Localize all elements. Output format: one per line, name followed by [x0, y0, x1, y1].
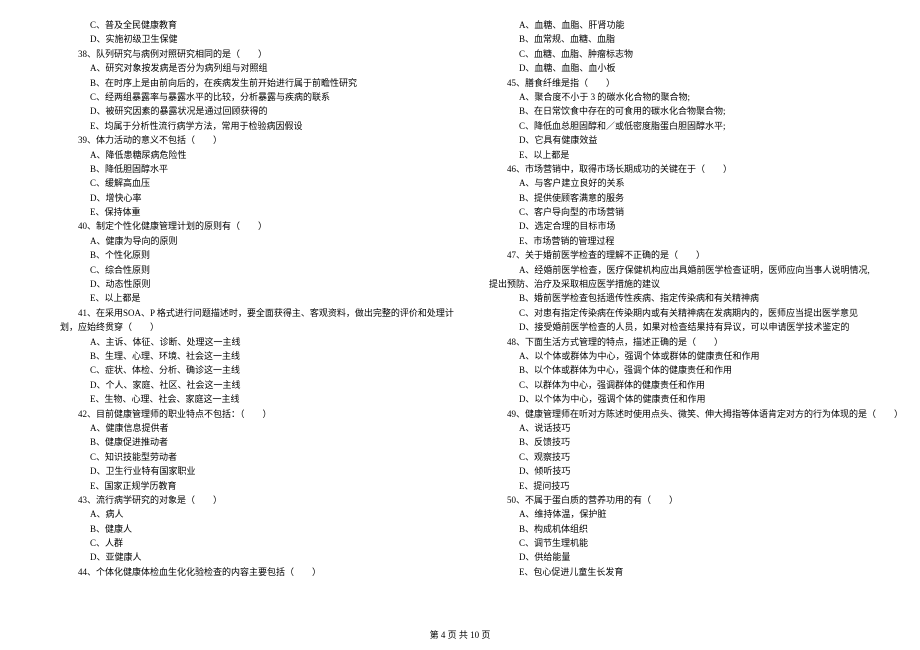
text-line: E、提问技巧	[489, 479, 903, 493]
text-line: 提出预防、治疗及采取相应医学措施的建议	[489, 277, 903, 291]
text-line: D、个人、家庭、社区、社会这一主线	[60, 378, 454, 392]
text-line: A、研究对象按发病是否分为病列组与对照组	[60, 61, 454, 75]
text-line: E、以上都是	[489, 148, 903, 162]
text-line: D、接受婚前医学检查的人员，如果对检查结果持有异议，可以申请医学技术鉴定的	[489, 320, 903, 334]
text-line: B、血常规、血糖、血脂	[489, 32, 903, 46]
text-line: 40、制定个性化健康管理计划的原则有（ ）	[60, 219, 454, 233]
text-line: D、动态性原则	[60, 277, 454, 291]
text-line: A、聚合度不小于 3 的碳水化合物的聚合物;	[489, 90, 903, 104]
text-line: D、增快心率	[60, 191, 454, 205]
text-line: 50、不属于蛋白质的营养功用的有（ ）	[489, 493, 903, 507]
text-line: D、亚健康人	[60, 550, 454, 564]
text-line: 46、市场营销中，取得市场长期成功的关键在于（ ）	[489, 162, 903, 176]
text-line: A、血糖、血脂、肝肾功能	[489, 18, 903, 32]
text-line: 39、体力活动的意义不包括（ ）	[60, 133, 454, 147]
text-line: A、病人	[60, 507, 454, 521]
left-column: C、普及全民健康教育D、实施初级卫生保健38、队列研究与病例对照研究相同的是（ …	[60, 18, 454, 608]
text-line: 38、队列研究与病例对照研究相同的是（ ）	[60, 47, 454, 61]
text-line: C、综合性原则	[60, 263, 454, 277]
text-line: C、症状、体检、分析、确诊这一主线	[60, 363, 454, 377]
text-line: 45、膳食纤维是指（ ）	[489, 76, 903, 90]
text-line: 41、在采用SOA、P 格式进行问题描述时，要全面获得主、客观资料，做出完整的评…	[60, 306, 454, 320]
text-line: C、普及全民健康教育	[60, 18, 454, 32]
text-line: 48、下面生活方式管理的特点，描述正确的是（ ）	[489, 335, 903, 349]
text-line: D、血糖、血脂、血小板	[489, 61, 903, 75]
text-line: A、以个体或群体为中心，强调个体或群体的健康责任和作用	[489, 349, 903, 363]
text-line: 49、健康管理师在听对方陈述时使用点头、微笑、伸大拇指等体语肯定对方的行为体现的…	[489, 407, 903, 421]
text-line: A、健康为导向的原则	[60, 234, 454, 248]
text-line: C、观察技巧	[489, 450, 903, 464]
text-line: D、供给能量	[489, 550, 903, 564]
text-line: B、反馈技巧	[489, 435, 903, 449]
text-line: A、主诉、体征、诊断、处理这一主线	[60, 335, 454, 349]
text-line: B、提供使顾客满意的服务	[489, 191, 903, 205]
text-line: D、实施初级卫生保健	[60, 32, 454, 46]
text-line: C、经两组暴露率与暴露水平的比较，分析暴露与疾病的联系	[60, 90, 454, 104]
text-line: C、对患有指定传染病在传染期内或有关精神病在发病期内的，医师应当提出医学意见	[489, 306, 903, 320]
text-line: D、被研究因素的暴露状况是通过回顾获得的	[60, 104, 454, 118]
text-line: E、国家正规学历教育	[60, 479, 454, 493]
text-line: B、健康人	[60, 522, 454, 536]
text-line: A、维持体温，保护脏	[489, 507, 903, 521]
text-line: B、个性化原则	[60, 248, 454, 262]
text-line: E、以上都是	[60, 291, 454, 305]
text-line: C、以群体为中心，强调群体的健康责任和作用	[489, 378, 903, 392]
text-line: B、在日常饮食中存在的可食用的碳水化合物聚合物;	[489, 104, 903, 118]
text-line: C、降低血总胆固醇和／或低密度脂蛋白胆固醇水平;	[489, 119, 903, 133]
text-line: C、知识技能型劳动者	[60, 450, 454, 464]
text-line: B、婚前医学检查包括遗传性疾病、指定传染病和有关精神病	[489, 291, 903, 305]
text-line: B、构成机体组织	[489, 522, 903, 536]
text-line: C、调节生理机能	[489, 536, 903, 550]
text-line: A、降低患糖尿病危险性	[60, 148, 454, 162]
text-line: 42、目前健康管理师的职业特点不包括：（ ）	[60, 407, 454, 421]
text-line: D、选定合理的目标市场	[489, 219, 903, 233]
text-line: A、说话技巧	[489, 421, 903, 435]
text-line: B、降低胆固醇水平	[60, 162, 454, 176]
text-line: A、与客户建立良好的关系	[489, 176, 903, 190]
text-line: E、包心促进儿童生长发育	[489, 565, 903, 579]
text-line: D、它具有健康效益	[489, 133, 903, 147]
page-footer: 第 4 页 共 10 页	[0, 628, 920, 642]
text-line: 划，应始终贯穿（ ）	[60, 320, 454, 334]
right-column: A、血糖、血脂、肝肾功能B、血常规、血糖、血脂C、血糖、血脂、肿瘤标志物D、血糖…	[489, 18, 903, 608]
text-line: A、健康信息提供者	[60, 421, 454, 435]
text-line: C、客户导向型的市场营销	[489, 205, 903, 219]
text-line: E、均属于分析性流行病学方法，常用于检验病因假设	[60, 119, 454, 133]
text-line: C、缓解高血压	[60, 176, 454, 190]
text-line: B、在时序上是由前向后的，在疾病发生前开始进行属于前瞻性研究	[60, 76, 454, 90]
text-line: E、生物、心理、社会、家庭这一主线	[60, 392, 454, 406]
text-line: C、血糖、血脂、肿瘤标志物	[489, 47, 903, 61]
text-line: D、倾听技巧	[489, 464, 903, 478]
text-line: 47、关于婚前医学检查的理解不正确的是（ ）	[489, 248, 903, 262]
text-line: A、经婚前医学检查，医疗保健机构应出具婚前医学检查证明，医师应向当事人说明情况,	[489, 263, 903, 277]
text-line: B、健康促进推动者	[60, 435, 454, 449]
text-line: E、保持体重	[60, 205, 454, 219]
text-line: B、以个体或群体为中心，强调个体的健康责任和作用	[489, 363, 903, 377]
text-line: D、以个体为中心，强调个体的健康责任和作用	[489, 392, 903, 406]
text-line: E、市场营销的管理过程	[489, 234, 903, 248]
text-line: 44、个体化健康体检血生化化验检查的内容主要包括（ ）	[60, 565, 454, 579]
text-line: C、人群	[60, 536, 454, 550]
text-line: D、卫生行业特有国家职业	[60, 464, 454, 478]
text-line: 43、流行病学研究的对象是（ ）	[60, 493, 454, 507]
text-line: B、生理、心理、环境、社会这一主线	[60, 349, 454, 363]
